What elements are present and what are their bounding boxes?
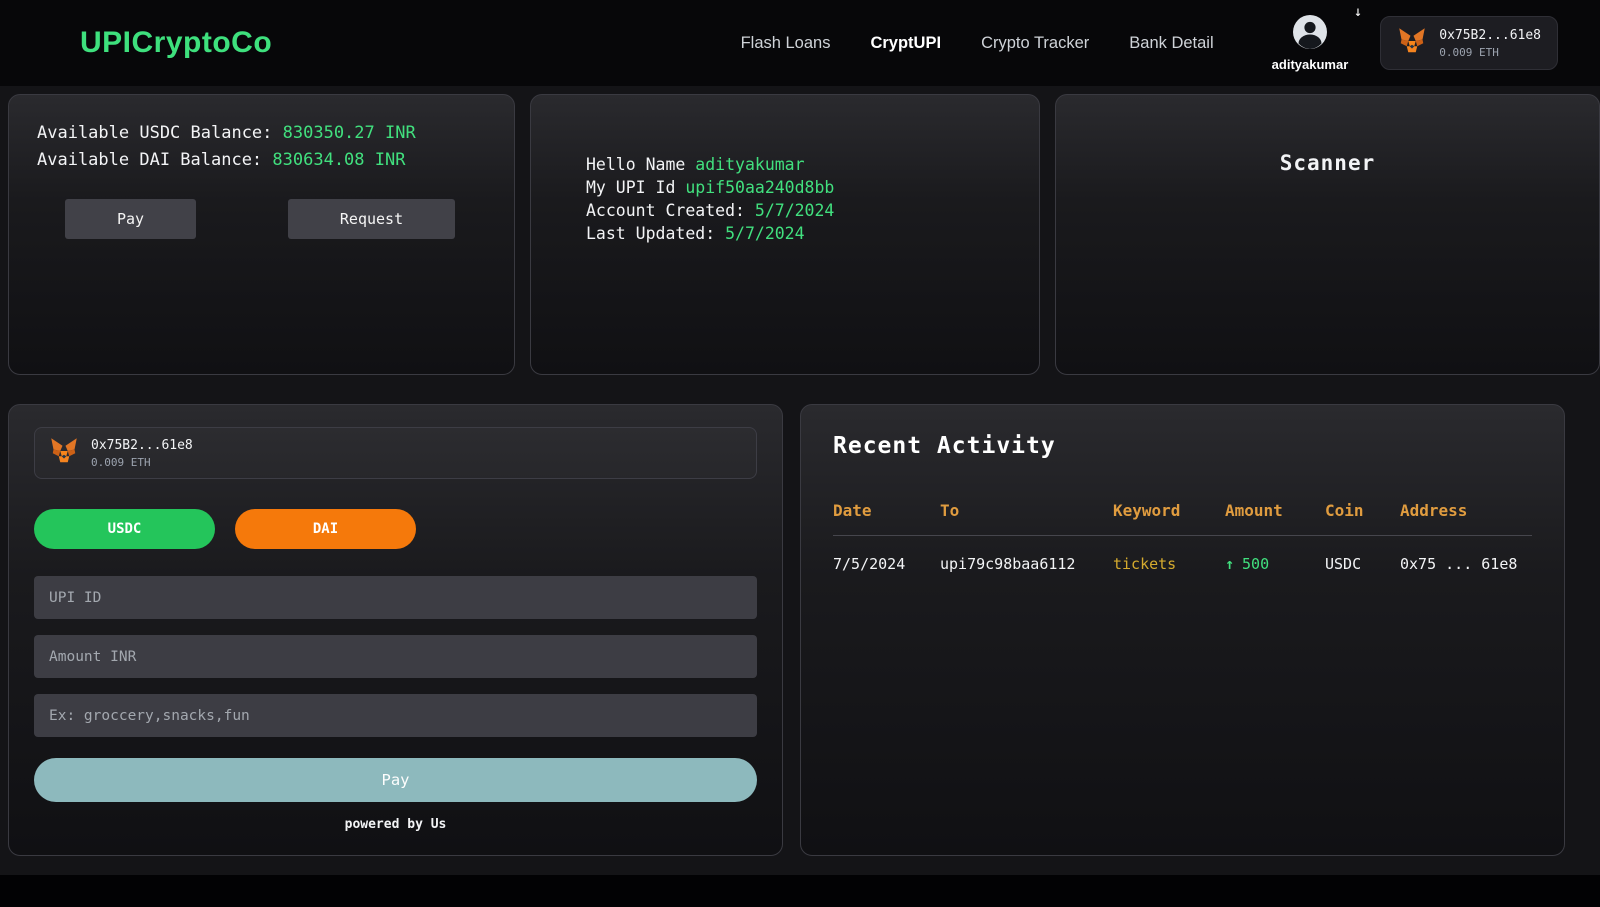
dai-balance-line: Available DAI Balance: 830634.08 INR <box>37 150 406 170</box>
app-logo[interactable]: UPICryptoCo <box>80 26 272 60</box>
payment-card: 0x75B2...61e8 0.009 ETH USDC DAI Pay pow… <box>8 404 783 856</box>
dropdown-arrow-icon: ↓ <box>1353 4 1363 20</box>
updated-line: Last Updated: 5/7/2024 <box>586 224 805 243</box>
dai-coin-button[interactable]: DAI <box>235 509 416 549</box>
col-coin: Coin <box>1325 491 1400 536</box>
account-name: adityakumar <box>695 155 805 174</box>
submit-pay-button[interactable]: Pay <box>34 758 757 802</box>
col-to: To <box>940 491 1113 536</box>
main-nav: Flash Loans CryptUPI Crypto Tracker Bank… <box>741 34 1214 53</box>
upi-id-line: My UPI Id upif50aa240d8bb <box>586 178 835 197</box>
avatar-icon <box>1292 14 1328 54</box>
account-updated-date: 5/7/2024 <box>725 224 805 243</box>
scanner-title: Scanner <box>1279 151 1376 175</box>
wallet-balance: 0.009 ETH <box>1439 45 1499 59</box>
header: UPICryptoCo Flash Loans CryptUPI Crypto … <box>0 0 1600 86</box>
nav-flash-loans[interactable]: Flash Loans <box>741 34 831 53</box>
created-line: Account Created: 5/7/2024 <box>586 201 835 220</box>
keyword-input[interactable] <box>34 694 757 737</box>
nav-cryptupi[interactable]: CryptUPI <box>870 34 941 53</box>
request-button[interactable]: Request <box>288 199 455 239</box>
col-date: Date <box>833 491 940 536</box>
col-keyword: Keyword <box>1113 491 1225 536</box>
hello-line: Hello Name adityakumar <box>586 155 805 174</box>
cell-address: 0x75 ... 61e8 <box>1400 555 1518 573</box>
balances-card: Available USDC Balance: 830350.27 INR Av… <box>8 94 515 375</box>
metamask-icon <box>1397 26 1427 60</box>
nav-crypto-tracker[interactable]: Crypto Tracker <box>981 34 1089 53</box>
wallet-balance: 0.009 ETH <box>91 455 151 469</box>
upi-id-input[interactable] <box>34 576 757 619</box>
activity-header-row: Date To Keyword Amount Coin Address <box>833 491 1532 536</box>
usdc-balance-value: 830350.27 INR <box>282 123 416 143</box>
cell-coin: USDC <box>1325 555 1362 573</box>
cell-keyword: tickets <box>1113 555 1177 573</box>
powered-by-label: powered by Us <box>344 817 447 832</box>
account-created-date: 5/7/2024 <box>754 201 835 220</box>
metamask-icon <box>49 436 79 470</box>
nav-bank-detail[interactable]: Bank Detail <box>1129 34 1213 53</box>
recent-activity-title: Recent Activity <box>833 433 1056 459</box>
header-wallet-chip[interactable]: 0x75B2...61e8 0.009 ETH <box>1380 16 1558 70</box>
account-info-card: Hello Name adityakumar My UPI Id upif50a… <box>530 94 1040 375</box>
up-arrow-icon: ↑ <box>1225 555 1235 573</box>
username-label: adityakumar <box>1271 57 1349 72</box>
col-amount: Amount <box>1225 491 1325 536</box>
scanner-card: Scanner <box>1055 94 1600 375</box>
wallet-address: 0x75B2...61e8 <box>91 437 193 453</box>
recent-activity-card: Recent Activity Date To Keyword Amount C… <box>800 404 1565 856</box>
top-cards-row: Available USDC Balance: 830350.27 INR Av… <box>8 94 1600 375</box>
pay-button[interactable]: Pay <box>65 199 196 239</box>
account-upi-id: upif50aa240d8bb <box>685 178 835 197</box>
activity-table: Date To Keyword Amount Coin Address 7/5/… <box>833 491 1532 587</box>
cell-amount: ↑ 500 <box>1225 555 1270 573</box>
cell-to: upi79c98baa6112 <box>940 555 1076 573</box>
usdc-balance-line: Available USDC Balance: 830350.27 INR <box>37 123 416 143</box>
bottom-cards-row: 0x75B2...61e8 0.009 ETH USDC DAI Pay pow… <box>8 404 1600 856</box>
cell-date: 7/5/2024 <box>833 555 906 573</box>
amount-input[interactable] <box>34 635 757 678</box>
col-address: Address <box>1400 491 1532 536</box>
activity-table-row: 7/5/2024 upi79c98baa6112 tickets ↑ 500 US… <box>833 536 1532 588</box>
dai-balance-value: 830634.08 INR <box>272 150 406 170</box>
usdc-coin-button[interactable]: USDC <box>34 509 215 549</box>
user-menu[interactable]: ↓ adityakumar <box>1271 4 1363 72</box>
payment-wallet-chip[interactable]: 0x75B2...61e8 0.009 ETH <box>34 427 757 479</box>
wallet-address: 0x75B2...61e8 <box>1439 27 1541 43</box>
footer-bar <box>0 875 1600 907</box>
